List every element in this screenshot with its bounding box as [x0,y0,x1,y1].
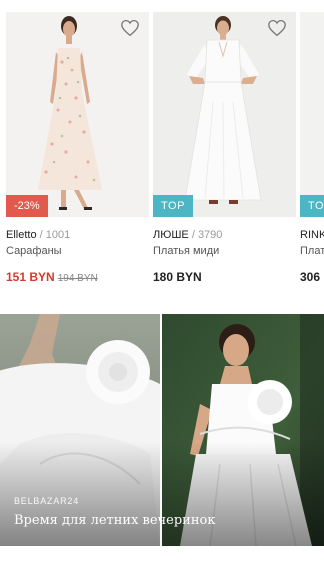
product-brand-line: ЛЮШЕ / 3790 [153,229,296,241]
product-brand: RINKA [300,229,324,241]
product-brand: ЛЮШЕ [153,229,189,241]
discount-badge: -23% [6,195,48,217]
product-count: 1001 [45,229,71,241]
banner-title: Время для летних вечеринок [14,513,216,528]
banner-brand: BELBAZAR24 [14,496,80,506]
product-price: 180 BYN [153,270,202,284]
top-badge: TOP [153,195,193,217]
product-card[interactable]: TOP RINKA Плать 306 B [300,12,324,284]
product-photo [6,12,149,217]
product-old-price: 194 BYN [57,273,98,284]
product-price-line: 180 BYN [153,270,296,284]
product-brand: Elletto [6,229,37,241]
heart-icon[interactable] [120,19,140,37]
product-price-line: 306 B [300,270,324,284]
product-count: 3790 [197,229,223,241]
product-photo [300,12,324,217]
promo-banner[interactable]: BELBAZAR24 Время для летних вечеринок [0,314,324,546]
heart-icon[interactable] [267,19,287,37]
product-image[interactable]: TOP [300,12,324,217]
product-card[interactable]: TOP ЛЮШЕ / 3790 Платья миди 180 BYN [153,12,296,284]
product-carousel[interactable]: -23% Elletto / 1001 Сарафаны 151 BYN 194 … [0,0,324,300]
product-category: Плать [300,245,324,257]
product-card[interactable]: -23% Elletto / 1001 Сарафаны 151 BYN 194 … [6,12,149,284]
product-price-line: 151 BYN 194 BYN [6,270,149,284]
product-photo [153,12,296,217]
top-badge: TOP [300,195,324,217]
product-image[interactable]: TOP [153,12,296,217]
product-price: 151 BYN [6,270,55,284]
product-category: Сарафаны [6,245,62,257]
product-image[interactable]: -23% [6,12,149,217]
product-category: Платья миди [153,245,220,257]
product-brand-line: RINKA [300,229,324,241]
banner-caption: BELBAZAR24 Время для летних вечеринок [14,496,215,528]
product-price: 306 B [300,270,324,284]
product-brand-line: Elletto / 1001 [6,229,149,241]
